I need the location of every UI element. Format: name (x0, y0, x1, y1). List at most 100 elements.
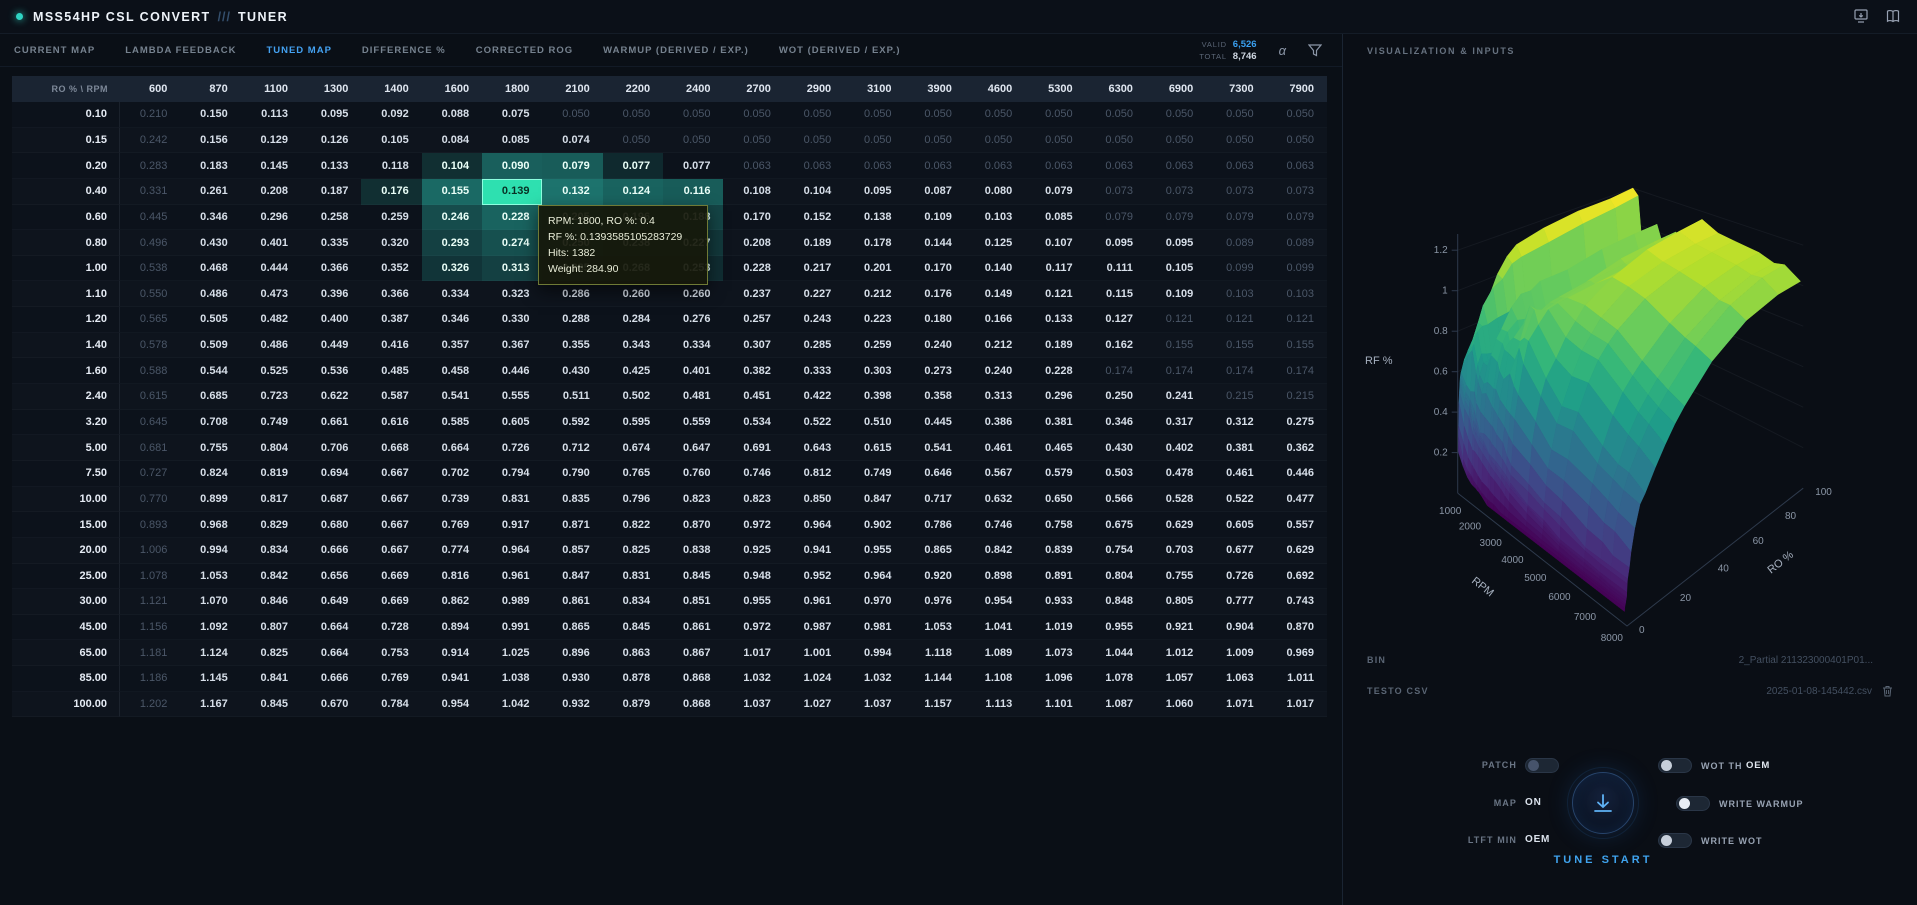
map-cell[interactable]: 0.276 (663, 307, 724, 333)
map-cell[interactable]: 0.868 (663, 666, 724, 692)
map-cell[interactable]: 0.050 (783, 128, 845, 154)
map-cell[interactable]: 0.870 (663, 512, 724, 538)
map-cell[interactable]: 0.074 (542, 128, 603, 154)
map-cell[interactable]: 0.481 (663, 384, 724, 410)
map-cell[interactable]: 0.933 (1025, 589, 1086, 615)
map-cell[interactable]: 0.144 (904, 230, 965, 256)
map-cell[interactable]: 0.994 (180, 538, 241, 564)
map-cell[interactable]: 0.893 (120, 512, 181, 538)
map-cell[interactable]: 0.079 (1206, 205, 1267, 231)
map-cell[interactable]: 0.108 (723, 179, 784, 205)
map-cell[interactable]: 0.170 (904, 256, 965, 282)
map-cell[interactable]: 0.694 (301, 461, 362, 487)
map-cell[interactable]: 1.037 (723, 692, 784, 718)
map-cell[interactable]: 0.477 (1266, 487, 1327, 513)
map-cell[interactable]: 0.954 (421, 692, 483, 718)
map-cell[interactable]: 0.073 (1145, 179, 1207, 205)
map-cell[interactable]: 0.261 (180, 179, 241, 205)
map-cell[interactable]: 0.972 (723, 512, 784, 538)
map-cell[interactable]: 0.970 (844, 589, 905, 615)
flash-download-button[interactable] (1567, 767, 1639, 839)
map-cell[interactable]: 0.847 (542, 564, 603, 590)
map-cell[interactable]: 0.891 (1025, 564, 1086, 590)
map-cell[interactable]: 0.366 (361, 281, 422, 308)
map-cell[interactable]: 0.126 (301, 128, 362, 154)
map-cell[interactable]: 0.674 (602, 435, 664, 461)
map-cell[interactable]: 0.510 (844, 410, 905, 436)
map-cell[interactable]: 0.174 (1085, 358, 1146, 385)
map-cell[interactable]: 1.011 (1266, 666, 1327, 692)
map-cell[interactable]: 0.050 (783, 102, 845, 128)
map-cell[interactable]: 0.079 (1145, 205, 1207, 231)
map-cell[interactable]: 0.511 (542, 384, 603, 410)
map-cell[interactable]: 0.667 (361, 487, 422, 513)
map-cell[interactable]: 0.063 (1266, 153, 1327, 179)
map-cell[interactable]: 0.050 (844, 102, 905, 128)
map-cell[interactable]: 0.667 (361, 512, 422, 538)
map-cell[interactable]: 0.664 (301, 640, 362, 667)
map-cell[interactable]: 0.133 (301, 153, 362, 179)
map-cell[interactable]: 0.478 (1145, 461, 1207, 487)
map-cell[interactable]: 0.668 (361, 435, 422, 461)
map-cell[interactable]: 0.274 (482, 230, 543, 256)
map-cell[interactable]: 0.313 (964, 384, 1026, 410)
map-cell[interactable]: 0.666 (301, 538, 362, 564)
map-cell[interactable]: 0.667 (361, 538, 422, 564)
map-cell[interactable]: 0.243 (783, 307, 845, 333)
map-cell[interactable]: 0.706 (301, 435, 362, 461)
map-cell[interactable]: 0.088 (421, 102, 483, 128)
map-cell[interactable]: 0.485 (361, 358, 422, 385)
map-cell[interactable]: 0.334 (663, 333, 724, 359)
map-cell[interactable]: 0.155 (1145, 333, 1207, 359)
map-cell[interactable]: 0.303 (844, 358, 905, 385)
map-cell[interactable]: 0.579 (1025, 461, 1086, 487)
map-cell[interactable]: 0.930 (542, 666, 603, 692)
map-cell[interactable]: 0.473 (240, 281, 302, 308)
map-cell[interactable]: 0.178 (844, 230, 905, 256)
tab-wot-derived-exp[interactable]: WOT (DERIVED / EXP.) (779, 45, 901, 56)
map-cell[interactable]: 0.708 (180, 410, 241, 436)
map-cell[interactable]: 0.831 (602, 564, 664, 590)
map-cell[interactable]: 0.458 (421, 358, 483, 385)
map-cell[interactable]: 0.804 (1085, 564, 1146, 590)
map-cell[interactable]: 0.812 (783, 461, 845, 487)
map-cell[interactable]: 0.902 (844, 512, 905, 538)
map-cell[interactable]: 0.559 (663, 410, 724, 436)
map-cell[interactable]: 0.430 (1085, 435, 1146, 461)
tab-lambda-feedback[interactable]: LAMBDA FEEDBACK (125, 45, 236, 56)
map-cell[interactable]: 0.842 (964, 538, 1026, 564)
map-cell[interactable]: 0.968 (180, 512, 241, 538)
map-cell[interactable]: 0.104 (421, 153, 483, 179)
map-cell[interactable]: 0.786 (904, 512, 965, 538)
map-cell[interactable]: 0.486 (240, 333, 302, 359)
map-cell[interactable]: 1.053 (180, 564, 241, 590)
map-cell[interactable]: 0.176 (904, 281, 965, 308)
map-cell[interactable]: 0.050 (602, 102, 664, 128)
tune-start-button[interactable]: TUNE START (1523, 854, 1683, 866)
map-cell[interactable]: 0.823 (723, 487, 784, 513)
map-cell[interactable]: 0.250 (1085, 384, 1146, 410)
map-cell[interactable]: 0.050 (1206, 128, 1267, 154)
map-cell[interactable]: 1.042 (482, 692, 543, 718)
map-cell[interactable]: 0.557 (1266, 512, 1327, 538)
map-cell[interactable]: 0.502 (602, 384, 664, 410)
map-cell[interactable]: 0.240 (964, 358, 1026, 385)
map-cell[interactable]: 0.105 (1145, 256, 1207, 282)
map-cell[interactable]: 0.739 (421, 487, 483, 513)
map-cell[interactable]: 0.847 (844, 487, 905, 513)
map-cell[interactable]: 0.293 (421, 230, 483, 256)
map-cell[interactable]: 0.845 (663, 564, 724, 590)
surface-plot-3d[interactable]: 1000 2000 3000 4000500060007000 8000 0 20 40 60 8… (1343, 34, 1917, 905)
map-cell[interactable]: 0.588 (120, 358, 181, 385)
map-cell[interactable]: 0.865 (904, 538, 965, 564)
map-cell[interactable]: 0.595 (602, 410, 664, 436)
map-cell[interactable]: 0.774 (421, 538, 483, 564)
map-cell[interactable]: 0.920 (904, 564, 965, 590)
map-cell[interactable]: 0.296 (240, 205, 302, 231)
map-cell[interactable]: 0.149 (964, 281, 1026, 308)
map-cell[interactable]: 1.060 (1145, 692, 1207, 718)
map-cell[interactable]: 0.320 (361, 230, 422, 256)
map-cell[interactable]: 1.032 (844, 666, 905, 692)
map-cell[interactable]: 0.796 (602, 487, 664, 513)
map-cell[interactable]: 0.899 (180, 487, 241, 513)
